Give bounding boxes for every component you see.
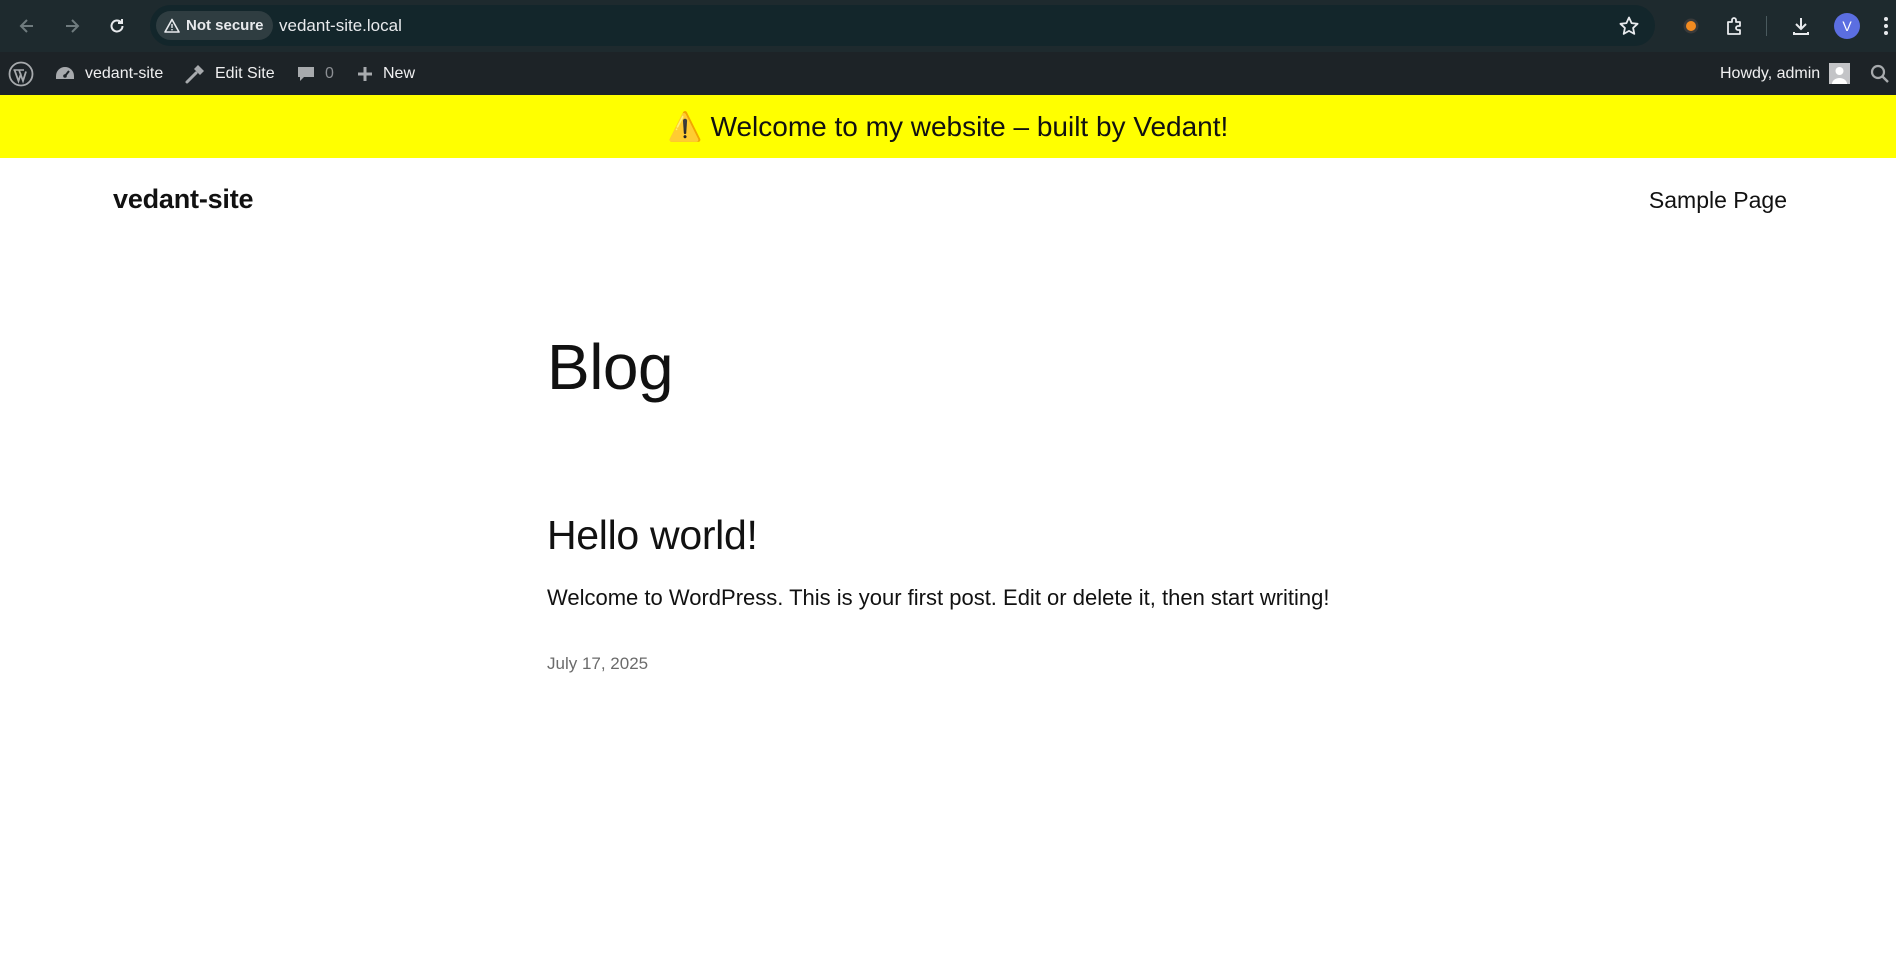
announcement-text: Welcome to my website – built by Vedant! — [710, 110, 1229, 142]
record-icon — [1683, 18, 1699, 34]
downloads-button[interactable] — [1785, 10, 1817, 42]
security-indicator[interactable]: Not secure — [156, 11, 273, 40]
admin-bar-new[interactable]: New — [356, 52, 415, 95]
admin-bar-site-name[interactable]: vedant-site — [54, 52, 163, 95]
browser-menu-button[interactable] — [1876, 10, 1896, 42]
comments-count: 0 — [325, 64, 334, 82]
hammer-icon — [185, 64, 204, 83]
wp-logo-button[interactable] — [8, 52, 34, 95]
arrow-left-icon — [19, 19, 33, 33]
toolbar-divider — [1766, 16, 1767, 36]
post-date[interactable]: July 17, 2025 — [547, 654, 648, 674]
announcement-banner: ⚠️ Welcome to my website – built by Veda… — [0, 95, 1896, 158]
search-icon — [1870, 64, 1889, 83]
post-title[interactable]: Hello world! — [547, 512, 758, 559]
extensions-button[interactable] — [1719, 10, 1751, 42]
user-icon — [1832, 67, 1848, 84]
admin-bar-edit-site[interactable]: Edit Site — [184, 52, 275, 95]
admin-bar-edit-label: Edit Site — [215, 64, 275, 82]
arrow-right-icon — [66, 19, 80, 33]
address-bar[interactable]: Not secure vedant-site.local — [150, 5, 1655, 46]
site-title[interactable]: vedant-site — [113, 184, 254, 215]
download-icon — [1793, 18, 1809, 35]
dashboard-icon — [56, 66, 74, 79]
reload-icon — [110, 19, 124, 33]
url-text[interactable]: vedant-site.local — [279, 5, 402, 46]
nav-sample-page[interactable]: Sample Page — [1649, 187, 1787, 214]
more-vertical-icon — [1884, 17, 1888, 35]
warning-icon — [164, 18, 180, 33]
wordpress-icon — [8, 61, 34, 86]
admin-bar-account[interactable]: Howdy, admin — [1720, 52, 1851, 95]
forward-button[interactable] — [56, 10, 88, 42]
admin-bar-new-label: New — [383, 64, 416, 82]
security-label: Not secure — [186, 17, 264, 34]
admin-bar-search[interactable] — [1870, 52, 1890, 95]
comment-icon — [298, 66, 314, 81]
plus-icon — [358, 66, 372, 81]
profile-button[interactable]: V — [1831, 10, 1863, 42]
wp-admin-bar: vedant-site Edit Site 0 New Howdy, admin — [0, 52, 1896, 95]
browser-toolbar: Not secure vedant-site.local V — [0, 0, 1896, 52]
bookmark-button[interactable] — [1615, 12, 1643, 40]
reload-button[interactable] — [101, 10, 133, 42]
admin-bar-comments[interactable]: 0 — [296, 52, 334, 95]
post-excerpt: Welcome to WordPress. This is your first… — [547, 585, 1330, 610]
admin-bar-site-label: vedant-site — [85, 64, 164, 82]
warning-emoji-icon: ⚠️ — [667, 111, 703, 142]
howdy-label: Howdy, admin — [1720, 64, 1821, 82]
avatar: V — [1834, 13, 1860, 39]
puzzle-icon — [1727, 17, 1741, 35]
back-button[interactable] — [11, 10, 43, 42]
extension-record-button[interactable] — [1675, 10, 1707, 42]
user-avatar — [1829, 63, 1851, 84]
star-icon — [1619, 16, 1639, 35]
page-title: Blog — [547, 331, 674, 403]
